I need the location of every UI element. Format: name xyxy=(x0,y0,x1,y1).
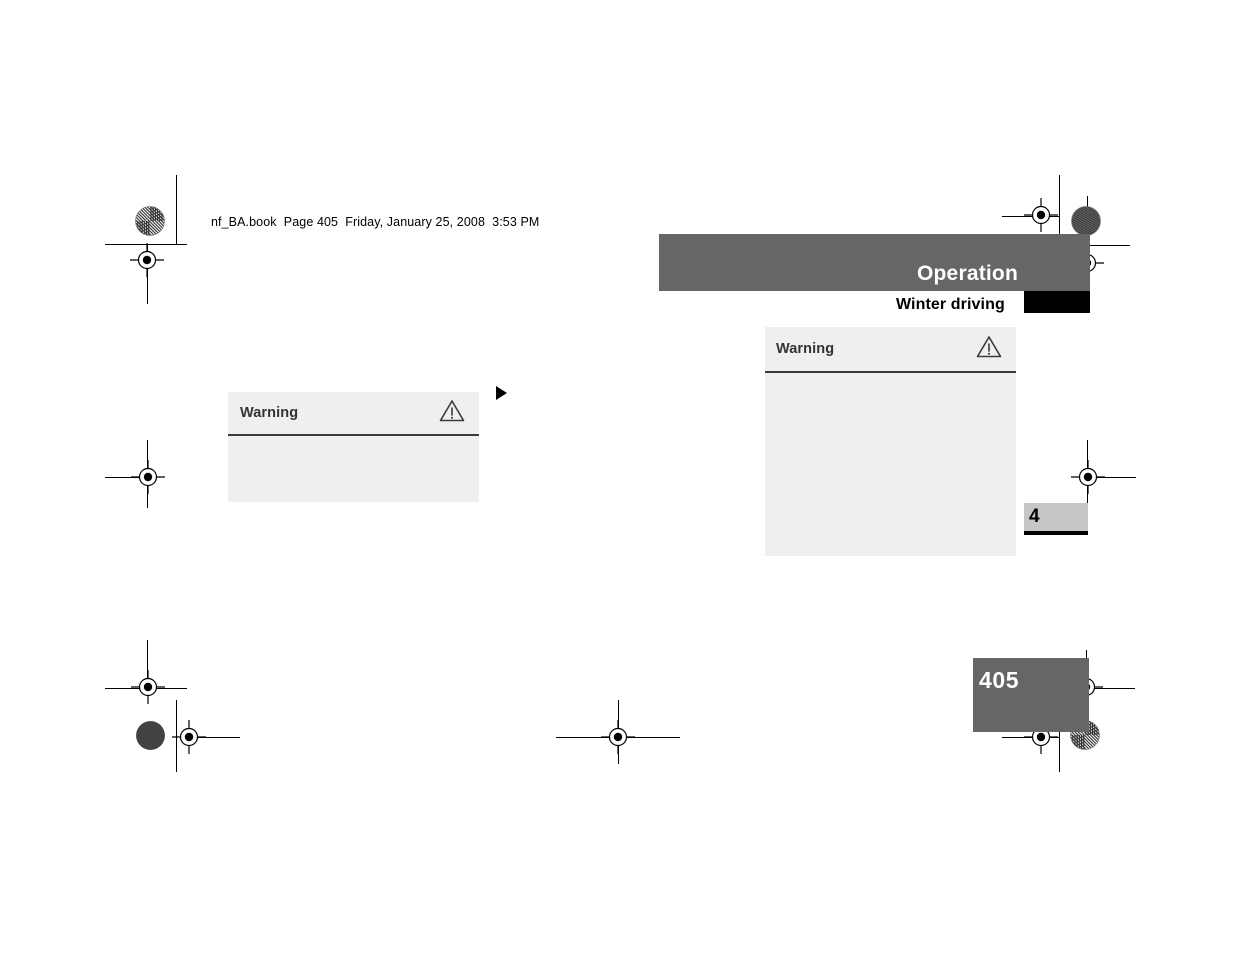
trim-line-right-middle-h xyxy=(1094,477,1136,478)
warning-right-header: Warning xyxy=(765,327,1016,371)
trim-line-bottom-left-h xyxy=(105,688,187,689)
prepress-page: nf_BA.book Page 405 Friday, January 25, … xyxy=(0,0,1235,954)
trim-line-right-band-h xyxy=(1088,245,1130,246)
trim-line-left-outer xyxy=(147,244,148,304)
trim-line-top-left-v xyxy=(176,175,177,244)
trim-line-left-mid-h xyxy=(105,477,147,478)
trim-line-top-right-h xyxy=(1002,216,1060,217)
arrow-bullet-icon xyxy=(496,386,507,400)
warning-triangle-icon xyxy=(439,399,465,427)
warning-left-header: Warning xyxy=(228,392,479,434)
halftone-target-top-left xyxy=(135,206,165,236)
trim-line-bottom-center-v xyxy=(618,700,619,764)
trim-line-bottom-left-tick xyxy=(188,737,240,738)
warning-triangle-icon xyxy=(976,335,1002,363)
trim-line-right-middle-v xyxy=(1087,440,1088,508)
warning-box-left: Warning xyxy=(228,392,479,502)
trim-line-left-mid-v xyxy=(147,440,148,508)
reg-mark-top-right xyxy=(1024,198,1058,232)
trim-line-bottom-left-outer xyxy=(176,700,177,772)
warning-right-body xyxy=(765,373,1016,556)
warning-box-right: Warning xyxy=(765,327,1016,556)
reg-mark-left-lower xyxy=(131,670,165,704)
trim-line-bottom-center-h xyxy=(556,737,680,738)
chapter-thumb-number: 4 xyxy=(1029,506,1040,527)
header-chapter-title: Operation xyxy=(917,262,1018,285)
chapter-thumb-rule xyxy=(1024,531,1088,535)
trim-line-top-left-h xyxy=(105,244,187,245)
file-stamp: nf_BA.book Page 405 Friday, January 25, … xyxy=(211,215,540,229)
halftone-target-top-right xyxy=(1071,206,1101,236)
header-band xyxy=(659,234,1090,291)
density-dot-bottom-left xyxy=(136,721,165,750)
folio-page-number: 405 xyxy=(979,667,1020,693)
trim-line-bottom-right-h xyxy=(1002,737,1060,738)
trim-line-right-lower-h xyxy=(1093,688,1135,689)
warning-right-title: Warning xyxy=(776,341,835,357)
warning-left-body xyxy=(228,436,479,502)
header-section-title: Winter driving xyxy=(896,296,1005,313)
trim-line-bottom-left-v xyxy=(147,640,148,688)
header-section-tab xyxy=(1024,291,1090,313)
warning-left-title: Warning xyxy=(240,405,299,421)
